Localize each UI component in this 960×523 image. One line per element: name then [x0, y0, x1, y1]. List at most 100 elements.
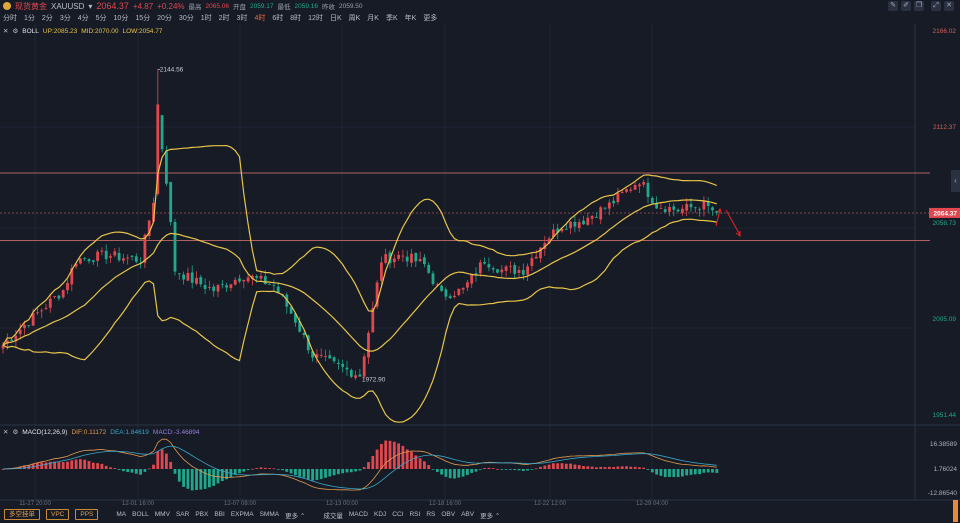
bottom-button-1[interactable]: VPC [46, 509, 70, 520]
candle-body [349, 370, 353, 377]
macd-histogram-bar [444, 469, 448, 477]
sub-indicator-6[interactable]: OBV [441, 511, 455, 518]
macd-histogram-bar [83, 459, 87, 469]
candle-body [410, 253, 413, 263]
candle-body [521, 269, 525, 275]
candle-body [246, 277, 250, 282]
macd-histogram-bar [117, 469, 121, 470]
main-indicator-5[interactable]: BBI [214, 511, 224, 518]
collapse-panel-button[interactable]: ‹ [951, 170, 960, 192]
macd-histogram-bar [147, 468, 151, 470]
macd-histogram-bar [681, 469, 684, 477]
time-axis-label: 12-29 04:00 [636, 501, 669, 507]
boll-mid: MID:2070.00 [81, 27, 119, 35]
candle-body [328, 355, 332, 359]
macd-histogram-bar [569, 463, 572, 469]
sub-indicator-0[interactable]: 成交量 [323, 510, 343, 520]
sub-indicator-2[interactable]: KDJ [374, 511, 386, 518]
macd-histogram-bar [306, 469, 310, 480]
macd-histogram-bar [461, 469, 465, 477]
candle-body [693, 207, 697, 209]
macd-histogram-bar [526, 469, 529, 471]
candle-body [225, 285, 228, 288]
bottom-button-2[interactable]: PPS [75, 509, 99, 520]
scrollbar[interactable] [953, 500, 958, 522]
candle-body [66, 282, 69, 291]
macd-histogram-bar [487, 467, 491, 469]
candle-body [590, 215, 594, 219]
low-annotation: 1972.90 [362, 377, 386, 384]
candle-body [629, 189, 633, 191]
macd-histogram-bar [298, 469, 302, 477]
main-indicator-6[interactable]: EXPMA [231, 511, 254, 518]
macd-dif-line [2, 438, 717, 491]
main-indicator-0[interactable]: MA [116, 511, 126, 518]
candle-body [483, 262, 486, 264]
macd-histogram-bar [272, 468, 276, 470]
macd-histogram-bar [655, 469, 658, 475]
candle-body [448, 296, 452, 299]
bottom-button-0[interactable]: 多空挂单 [4, 509, 40, 520]
main-indicator-2[interactable]: MMV [155, 511, 170, 518]
chart-canvas[interactable]: 2144.56 1972.90 2166.02 2112.37 2058.73 2005.… [0, 0, 960, 523]
price-axis-label: 2058.73 [933, 220, 957, 227]
macd-histogram-bar [354, 469, 357, 472]
macd-histogram-bar [109, 467, 112, 469]
macd-histogram-bar [513, 469, 517, 471]
time-axis-label: 12-22 12:00 [534, 501, 567, 507]
candle-body [44, 307, 48, 309]
macd-histogram-bar [401, 445, 405, 469]
close-icon[interactable]: ✕ [3, 428, 8, 436]
macd-histogram-bar [44, 462, 48, 469]
sub-indicator-1[interactable]: MACD [349, 511, 368, 518]
candle-body [122, 258, 125, 261]
candle-body [96, 251, 99, 261]
macd-histogram-bar [500, 469, 504, 470]
macd-histogram-bar [427, 465, 431, 469]
settings-icon[interactable]: ⚙ [12, 428, 18, 436]
macd-histogram-bar [203, 469, 207, 489]
sub-indicator-3[interactable]: CCI [392, 511, 403, 518]
candle-body [509, 266, 512, 268]
macd-histogram-bar [199, 469, 203, 490]
macd-histogram-bar [556, 463, 560, 469]
main-indicator-8[interactable]: 更多 ⌃ [285, 510, 305, 520]
macd-histogram-bar [586, 466, 590, 469]
settings-icon[interactable]: ⚙ [12, 27, 18, 35]
candle-body [362, 356, 366, 377]
macd-histogram-bar [590, 466, 594, 469]
current-price-tag: 2064.37 [934, 210, 958, 217]
candle-body [659, 208, 663, 209]
macd-histogram-bar [625, 466, 628, 469]
candle-body [384, 254, 388, 263]
candle-body [229, 284, 233, 289]
sub-indicator-7[interactable]: ABV [461, 511, 474, 518]
candle-body [633, 185, 637, 190]
close-icon[interactable]: ✕ [3, 27, 8, 35]
candle-body [685, 204, 689, 211]
time-axis-label: 11-27 20:00 [19, 501, 51, 507]
candle-body [186, 272, 190, 281]
macd-histogram-bar [711, 469, 714, 473]
macd-histogram-bar [693, 469, 697, 475]
macd-histogram-bar [431, 469, 435, 470]
candle-body [698, 209, 701, 211]
sub-indicator-5[interactable]: RS [426, 511, 435, 518]
main-indicator-1[interactable]: BOLL [132, 511, 149, 518]
macd-histogram-bar [560, 463, 564, 469]
candle-body [173, 222, 177, 272]
main-indicator-4[interactable]: PBX [195, 511, 208, 518]
macd-histogram-bar [143, 469, 147, 472]
sub-indicator-4[interactable]: RSI [409, 511, 420, 518]
macd-histogram-bar [319, 469, 323, 480]
candle-body [650, 197, 654, 204]
candle-body [401, 255, 405, 257]
candle-body [397, 255, 400, 259]
main-indicator-3[interactable]: SAR [176, 511, 189, 518]
macd-histogram-bar [362, 467, 366, 469]
candle-body [380, 262, 383, 281]
macd-histogram-bar [238, 469, 241, 474]
candle-body [466, 282, 469, 288]
sub-indicator-8[interactable]: 更多 ⌃ [480, 510, 500, 520]
main-indicator-7[interactable]: SMMA [260, 511, 280, 518]
